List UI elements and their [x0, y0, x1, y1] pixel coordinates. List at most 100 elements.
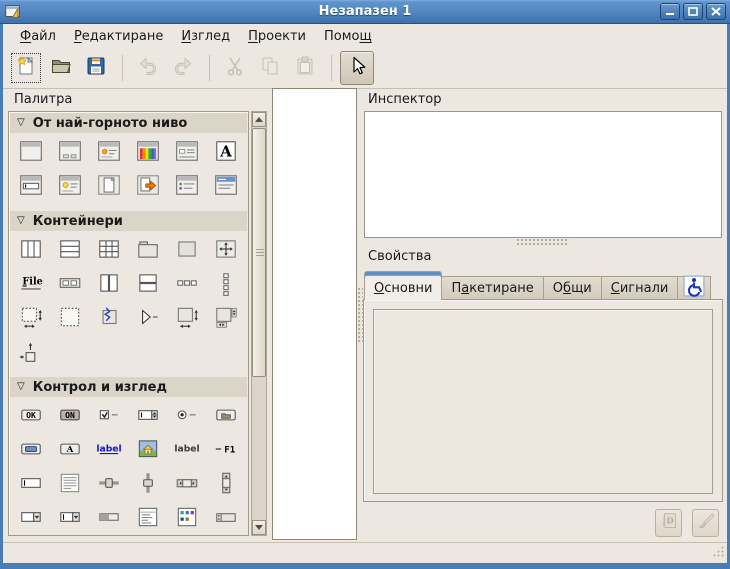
scrollbar-thumb[interactable]	[252, 128, 266, 377]
palette-item-dialog[interactable]	[57, 140, 84, 166]
documentation-button[interactable]: D	[655, 509, 682, 537]
palette-scrollbar[interactable]	[251, 111, 267, 536]
palette-item-h-scrollbar[interactable]	[173, 472, 200, 498]
palette-item-window[interactable]	[18, 140, 45, 166]
palette-section-header-0[interactable]: ▽От най-горното ниво	[10, 113, 247, 133]
palette-item-about-dialog[interactable]	[57, 174, 84, 200]
palette-item-hpaned[interactable]	[96, 272, 123, 298]
palette-item-entry[interactable]	[18, 472, 45, 498]
palette-section-header-1[interactable]: ▽Контейнери	[10, 211, 247, 231]
tab-signals[interactable]: Сигнали	[602, 276, 679, 300]
palette-item-combo-box[interactable]	[18, 506, 45, 532]
palette-item-viewport[interactable]	[57, 306, 84, 332]
palette-item-notebook[interactable]	[212, 306, 239, 332]
palette-item-h-scale[interactable]	[96, 472, 123, 498]
palette-item-file-chooser-dialog[interactable]	[173, 140, 200, 166]
vbox-icon	[57, 236, 83, 266]
menu-item-projects[interactable]: Проекти	[239, 27, 315, 46]
palette-item-menu-bar[interactable]: File	[18, 272, 45, 298]
inspector-tree[interactable]	[364, 111, 722, 238]
tab-general[interactable]: Основни	[364, 271, 442, 300]
palette-item-vbox[interactable]	[57, 238, 84, 264]
palette-item-toggle-button[interactable]: ON	[57, 404, 84, 430]
palette-item-message-dialog[interactable]	[96, 140, 123, 166]
palette-section-header-2[interactable]: ▽Контрол и изглед	[10, 377, 247, 397]
redo-button[interactable]	[166, 51, 200, 85]
scroll-down-icon[interactable]	[252, 520, 266, 535]
palette-item-assistant[interactable]	[212, 174, 239, 200]
new-document-button[interactable]	[9, 51, 43, 85]
selector-arrow-button[interactable]	[340, 51, 374, 85]
palette-item-progress-bar[interactable]	[96, 506, 123, 532]
save-document-button[interactable]	[79, 51, 113, 85]
palette-item-color-selection-dialog[interactable]	[134, 140, 161, 166]
palette-item-expander[interactable]	[134, 306, 161, 332]
copy-icon	[258, 54, 282, 82]
cut-button[interactable]	[218, 51, 252, 85]
close-button[interactable]	[706, 3, 726, 20]
vbutton-box-icon	[213, 270, 239, 300]
palette-item-link-button[interactable]: label	[96, 438, 123, 464]
palette-item-frame[interactable]	[134, 238, 161, 264]
palette-item-file-chooser-button[interactable]	[212, 404, 239, 430]
palette-item-button[interactable]: OK	[18, 404, 45, 430]
palette-item-page-dialog[interactable]	[96, 174, 123, 200]
check-button-icon	[96, 402, 122, 432]
tab-packing[interactable]: Пакетиране	[442, 276, 543, 300]
palette-item-table[interactable]	[96, 238, 123, 264]
palette-item-recent-chooser-dialog[interactable]	[134, 174, 161, 200]
palette-item-handle-box[interactable]	[96, 306, 123, 332]
palette-item-layout[interactable]	[173, 306, 200, 332]
palette-item-combo-box-entry[interactable]	[57, 506, 84, 532]
palette-item-accel-label[interactable]: F1	[212, 438, 239, 464]
palette-item-font-button[interactable]: A	[57, 438, 84, 464]
palette-item-color-button[interactable]	[18, 438, 45, 464]
palette-item-hbox[interactable]	[18, 238, 45, 264]
palette-item-aspect-frame[interactable]	[18, 340, 45, 366]
palette-item-vpaned[interactable]	[134, 272, 161, 298]
palette-item-icon-view[interactable]	[173, 506, 200, 532]
minimize-button[interactable]	[660, 3, 680, 20]
palette-item-hbutton-box[interactable]	[173, 272, 200, 298]
expander-triangle-icon: ▽	[17, 216, 25, 226]
resize-grip-icon[interactable]	[712, 545, 725, 562]
palette-item-text-view[interactable]	[57, 472, 84, 498]
menu-item-help[interactable]: Помощ	[315, 27, 381, 46]
menu-item-edit[interactable]: Редактиране	[65, 27, 172, 46]
palette-item-list-dialog[interactable]	[173, 174, 200, 200]
open-folder-button[interactable]	[44, 51, 78, 85]
palette-item-spin-button[interactable]	[134, 404, 161, 430]
palette-item-check-button[interactable]	[96, 404, 123, 430]
maximize-button[interactable]	[683, 3, 703, 20]
palette-grid-1: File	[9, 238, 248, 366]
fixed-icon	[213, 236, 239, 266]
palette-item-scrolled-window[interactable]	[18, 306, 45, 332]
palette-item-tool-bar[interactable]	[57, 272, 84, 298]
tab-common[interactable]: Общи	[544, 276, 602, 300]
palette-item-fixed[interactable]	[212, 238, 239, 264]
titlebar[interactable]: Незапазен 1	[0, 0, 730, 24]
palette-item-label[interactable]: label	[173, 438, 200, 464]
palette-item-v-scrollbar[interactable]	[212, 472, 239, 498]
palette-item-vbutton-box[interactable]	[212, 272, 239, 298]
palette-item-image[interactable]	[134, 438, 161, 464]
edit-button[interactable]	[692, 509, 719, 537]
palette-item-v-scale[interactable]	[134, 472, 161, 498]
palette-item-alignment[interactable]	[173, 238, 200, 264]
tab-accessibility[interactable]	[678, 276, 711, 300]
horizontal-pane-handle[interactable]	[516, 238, 568, 245]
palette-item-font-selection-dialog[interactable]: A	[212, 140, 239, 166]
palette-item-radio-button[interactable]	[173, 404, 200, 430]
scroll-up-icon[interactable]	[252, 112, 266, 127]
palette-item-input-dialog[interactable]	[18, 174, 45, 200]
recent-chooser-dialog-icon	[135, 172, 161, 202]
palette-item-tree-view[interactable]	[134, 506, 161, 532]
paste-button[interactable]	[288, 51, 322, 85]
svg-text:OK: OK	[27, 410, 37, 420]
menu-item-file[interactable]: Файл	[11, 27, 65, 46]
undo-button[interactable]	[131, 51, 165, 85]
menu-item-view[interactable]: Изглед	[172, 27, 239, 46]
copy-button[interactable]	[253, 51, 287, 85]
design-canvas[interactable]	[272, 88, 357, 540]
palette-item-status-bar[interactable]	[212, 506, 239, 532]
